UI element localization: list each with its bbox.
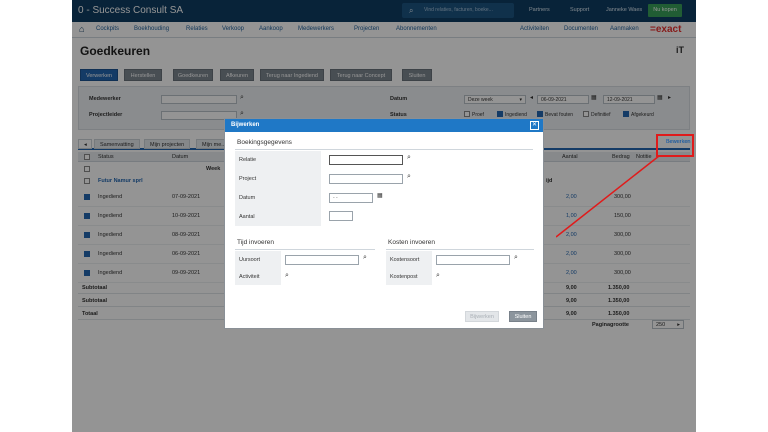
- close-icon[interactable]: ✕: [530, 121, 539, 130]
- relation-label: Relatie: [239, 157, 257, 163]
- lookup-icon[interactable]: ⌕: [285, 272, 289, 280]
- bijwerken-dialog: Bijwerken ✕ Boekingsgegevens Relatie ⌕ P…: [224, 118, 544, 329]
- lookup-icon[interactable]: ⌕: [363, 254, 367, 262]
- bijwerken-button[interactable]: Bijwerken: [465, 311, 499, 322]
- hour-type-label: Uursoort: [239, 257, 261, 263]
- cost-item-label: Kostenpost: [390, 274, 418, 280]
- lookup-icon[interactable]: ⌕: [514, 254, 518, 262]
- section-divider: [386, 249, 534, 250]
- section-divider: [235, 149, 533, 150]
- quantity-label: Aantal: [239, 214, 255, 220]
- project-input[interactable]: [329, 174, 403, 184]
- annotation-arrow-line: [556, 156, 660, 238]
- calendar-icon[interactable]: ▦: [377, 192, 383, 199]
- project-label: Project: [239, 176, 257, 182]
- date-input[interactable]: - -: [329, 193, 373, 203]
- date-label: Datum: [239, 195, 256, 201]
- section-time-title: Tijd invoeren: [237, 239, 274, 246]
- activity-label: Activiteit: [239, 274, 260, 280]
- lookup-icon[interactable]: ⌕: [407, 173, 411, 181]
- cost-type-label: Kostensoort: [390, 257, 420, 263]
- relation-input[interactable]: [329, 155, 403, 165]
- lookup-icon[interactable]: ⌕: [407, 154, 411, 162]
- section-booking-title: Boekingsgegevens: [237, 139, 292, 146]
- annotation-highlight-box: [656, 134, 694, 157]
- hour-type-input[interactable]: [285, 255, 359, 265]
- dialog-close-button[interactable]: Sluiten: [509, 311, 537, 322]
- app-frame: 0 - Success Consult SA ⌕ Vind relaties, …: [72, 0, 696, 432]
- quantity-input[interactable]: [329, 211, 353, 221]
- lookup-icon[interactable]: ⌕: [436, 272, 440, 280]
- bewerken-link-highlighted[interactable]: Bewerken: [666, 139, 690, 145]
- cost-type-input[interactable]: [436, 255, 510, 265]
- dialog-header: Bijwerken: [225, 119, 543, 132]
- section-costs-title: Kosten invoeren: [388, 239, 435, 246]
- section-divider: [235, 249, 375, 250]
- dialog-title: Bijwerken: [231, 122, 260, 128]
